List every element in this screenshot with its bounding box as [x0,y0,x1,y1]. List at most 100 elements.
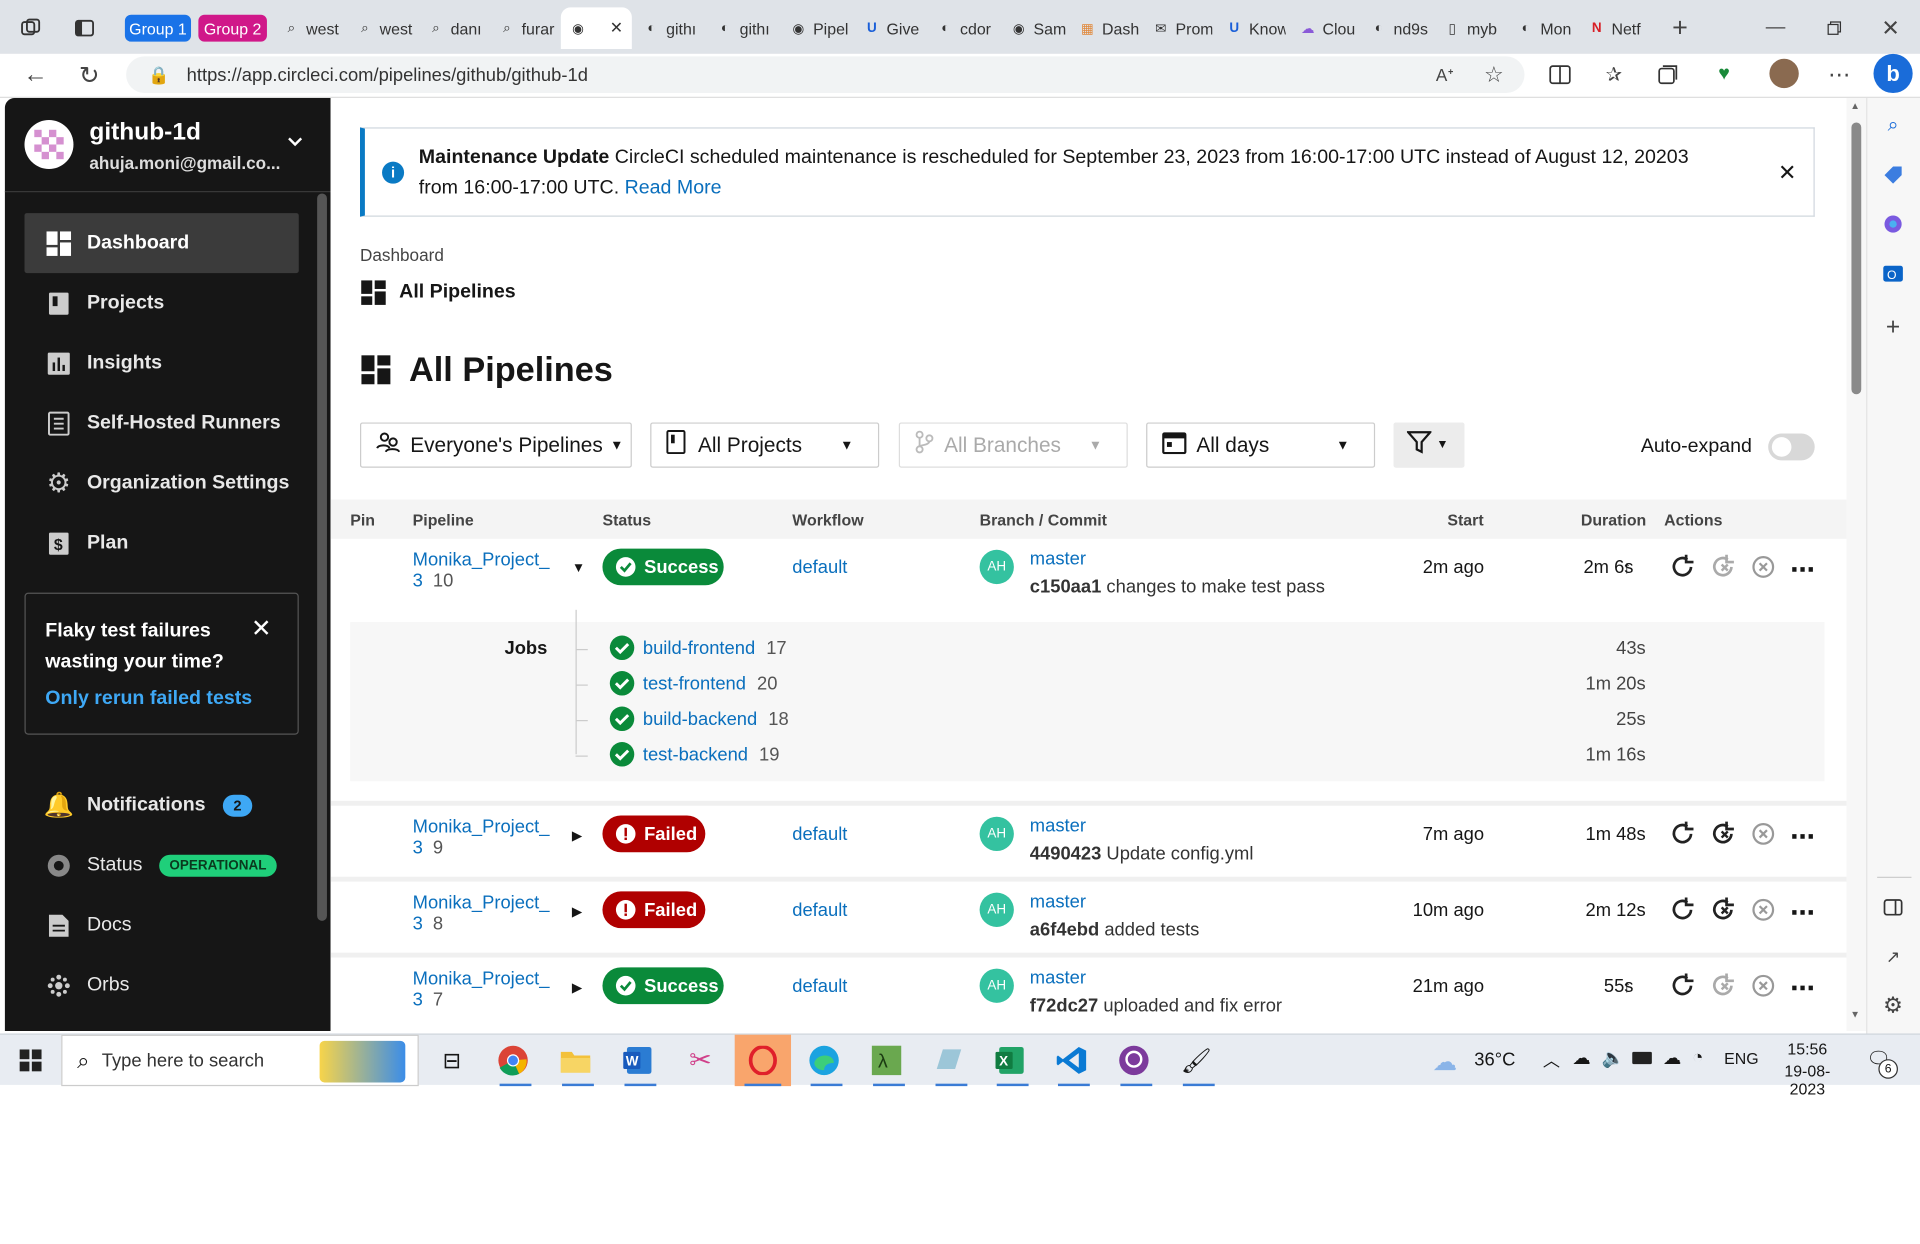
job-name-link[interactable]: test-frontend [643,673,746,694]
advanced-filter-button[interactable]: ▼ [1393,422,1465,468]
browser-tab[interactable]: ▦ Dash [1070,10,1139,47]
browser-tab[interactable]: U Know [1217,10,1285,47]
external-link-icon[interactable]: ↗ [1880,943,1907,970]
sidebar-scrollbar[interactable] [317,193,327,921]
more-icon[interactable]: ⋯ [1827,62,1851,86]
table-row[interactable]: Monika_Project_ 3 10 ▼ Success default AH mast… [331,539,1847,615]
paint-icon[interactable]: 🖌 [1178,1042,1215,1079]
cancel-icon[interactable] [1750,553,1777,585]
table-row[interactable]: Monika_Project_ 3 9 ▶ Failed default AH master… [331,806,1847,882]
close-tab-icon[interactable]: ✕ [610,18,623,38]
pipeline-name-link[interactable]: Monika_Project_ 3 8 [413,893,550,935]
browser-tab[interactable]: ◉ ✕ [560,7,632,49]
chevron-right-icon[interactable]: ▶ [572,904,582,920]
close-icon[interactable]: ✕ [251,613,272,644]
rerun-failed-icon[interactable] [1709,896,1736,928]
file-explorer-icon[interactable] [557,1042,594,1079]
sidebar-item-orbs[interactable]: Orbs [24,955,298,1015]
favorites-icon[interactable]: ✰ [1602,62,1626,86]
opera-icon[interactable] [734,1034,792,1087]
github-desktop-icon[interactable] [1116,1042,1153,1079]
job-name-link[interactable]: build-frontend [643,637,755,658]
chevron-down-icon[interactable] [287,132,304,152]
pipeline-name-link[interactable]: Monika_Project_ 3 7 [413,969,550,1011]
edge-icon[interactable] [806,1042,843,1079]
table-row[interactable]: Monika_Project_ 3 7 ▶ Success default AH maste… [331,958,1847,1031]
profile-avatar[interactable] [1769,58,1799,89]
snipping-tool-icon[interactable]: ✂ [682,1042,719,1079]
split-screen-icon[interactable] [1548,62,1572,86]
rerun-failed-icon[interactable] [1709,820,1736,852]
job-row[interactable]: build-backend 18 [609,706,789,732]
back-icon[interactable]: ← [22,61,49,88]
browser-tab[interactable]: U Give [855,10,924,47]
browser-tab[interactable]: ◉ Pipel [781,10,850,47]
status-badge[interactable]: Failed [602,815,706,853]
browser-tab[interactable]: ◐ Mon [1509,10,1578,47]
clock[interactable]: 15:56 19-08-2023 [1771,1040,1844,1099]
job-row[interactable]: test-backend 19 [609,742,779,767]
branch-link[interactable]: master [1030,891,1086,912]
workflow-link[interactable]: default [792,976,847,997]
browser-tab[interactable]: ⌕ west [274,10,343,47]
read-aloud-icon[interactable]: Aᐩ [1433,62,1457,86]
refresh-icon[interactable]: ↻ [76,61,103,89]
sidebar-item-insights[interactable]: Insights [24,333,298,393]
branch-link[interactable]: master [1030,549,1086,570]
task-view-icon[interactable]: ⊟ [433,1042,470,1079]
sidebar-item-status[interactable]: Status OPERATIONAL [24,835,298,895]
status-badge[interactable]: Success [602,967,724,1005]
rerun-icon[interactable] [1669,553,1696,585]
cancel-icon[interactable] [1750,820,1777,852]
more-options-icon[interactable]: ⋯ [1790,973,1814,1004]
job-row[interactable]: test-frontend 20 [609,671,777,696]
url-bar[interactable]: 🔒 https://app.circleci.com/pipelines/git… [126,56,1525,94]
status-badge[interactable]: Failed [602,891,706,929]
branch-link[interactable]: master [1030,967,1086,988]
commit-info[interactable]: c150aa1 changes to make test pass [1030,577,1325,598]
pipeline-name-link[interactable]: Monika_Project_ 3 10 [413,550,550,592]
app-notes-icon[interactable] [931,1042,968,1079]
rerun-failed-icon[interactable] [1709,972,1736,1004]
pipelines-filter-dropdown[interactable]: Everyone's Pipelines ▼ [360,422,632,468]
minimize-icon[interactable]: — [1761,13,1790,42]
sidebar-item-dashboard[interactable]: Dashboard [24,213,299,274]
cancel-icon[interactable] [1750,972,1777,1004]
weather-temp[interactable]: 36°C [1474,1049,1515,1070]
scroll-down-icon[interactable]: ▼ [1850,1009,1860,1020]
workflow-link[interactable]: default [792,824,847,845]
branches-filter-dropdown[interactable]: All Branches ▼ [898,422,1128,468]
browser-tab[interactable]: ⌕ danı [419,10,488,47]
pipeline-name-link[interactable]: Monika_Project_ 3 9 [413,817,550,859]
rerun-failed-icon[interactable] [1709,553,1736,585]
volume-icon[interactable]: 🔈 [1602,1047,1625,1069]
tab-group-2[interactable]: Group 2 [198,14,267,42]
status-badge[interactable]: Success [602,548,724,586]
browser-tab[interactable]: ◐ nd9s [1362,10,1431,47]
workspaces-icon[interactable] [17,15,44,42]
browser-tab[interactable]: ◉ Sam [1002,10,1071,47]
vscode-icon[interactable] [1053,1042,1090,1079]
app-green-icon[interactable]: λ [868,1042,905,1079]
tab-group-1[interactable]: Group 1 [124,14,192,42]
chrome-icon[interactable] [495,1042,532,1079]
chevron-down-icon[interactable]: ▼ [572,561,585,576]
cancel-icon[interactable] [1750,896,1777,928]
scroll-up-icon[interactable]: ▲ [1850,100,1860,111]
org-avatar[interactable] [24,120,74,169]
browser-tab[interactable]: ◐ githı [634,10,703,47]
wifi-icon[interactable]: ◔ [1692,1047,1703,1068]
scroll-thumb[interactable] [1851,122,1862,395]
read-more-link[interactable]: Read More [625,178,722,199]
sidebar-item-docs[interactable]: Docs [24,895,298,955]
taskbar-search[interactable]: ⌕ Type here to search [61,1034,419,1087]
restore-icon[interactable] [1820,13,1849,42]
network-cloud-icon[interactable]: ☁ [1663,1047,1681,1069]
commit-info[interactable]: f72dc27 uploaded and fix error [1030,996,1282,1017]
favorite-star-icon[interactable]: ☆ [1482,62,1506,86]
close-window-icon[interactable]: ✕ [1876,13,1905,42]
rerun-icon[interactable] [1669,972,1696,1004]
sidebar-item-plan[interactable]: $ Plan [24,513,298,573]
browser-tab[interactable]: ✉ Prom [1144,10,1212,47]
settings-gear-icon[interactable]: ⚙ [1880,992,1907,1019]
